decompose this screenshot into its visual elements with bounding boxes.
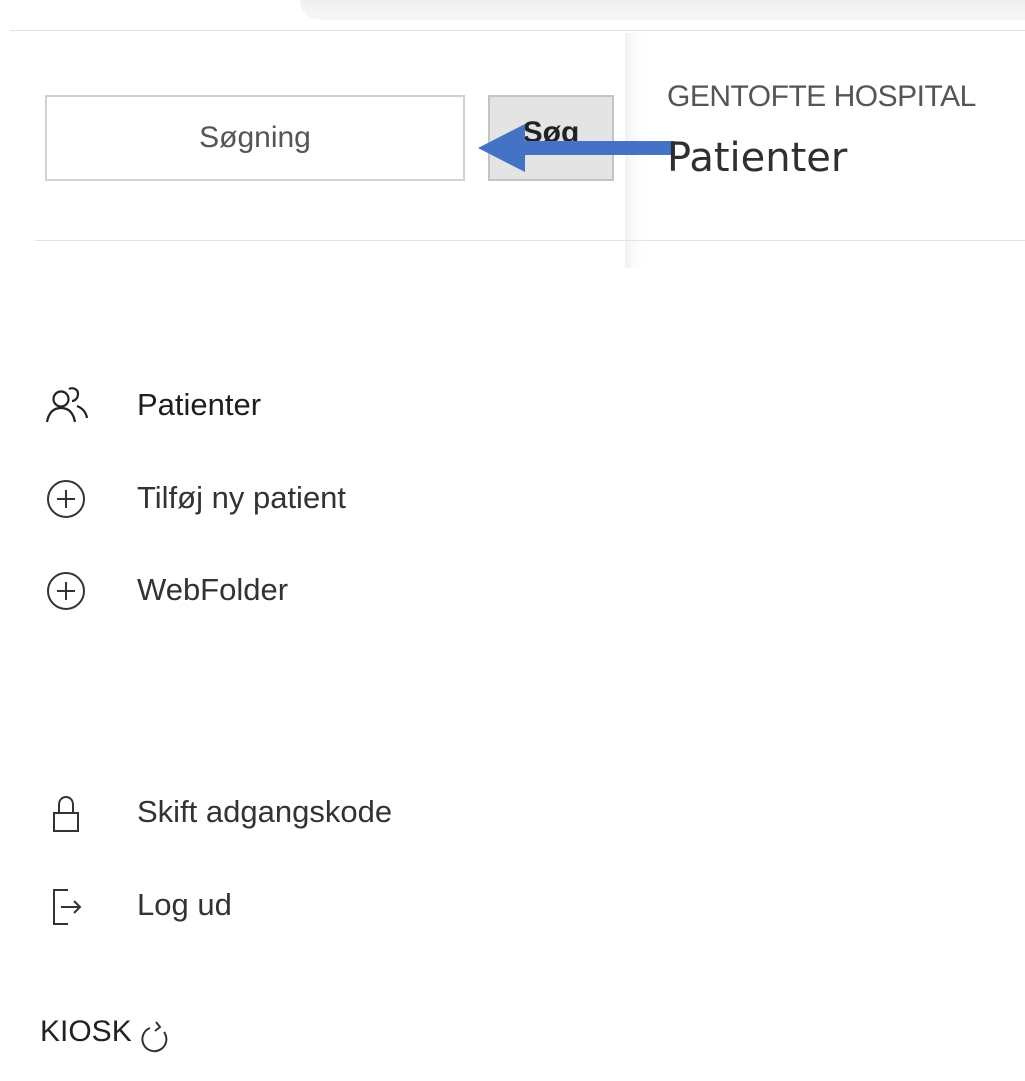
nav-item-change-password[interactable]: Skift adgangskode (44, 787, 392, 837)
nav-label: Log ud (137, 887, 232, 922)
lock-icon (53, 795, 79, 832)
nav-item-add-patient[interactable]: Tilføj ny patient (44, 473, 346, 523)
logout-icon (53, 889, 82, 925)
nav-label: Skift adgangskode (137, 794, 393, 829)
refresh-icon (141, 1021, 168, 1053)
nav-item-webfolder[interactable]: WebFolder (44, 565, 288, 615)
search-input[interactable] (45, 95, 465, 181)
nav-label: Tilføj ny patient (137, 480, 347, 515)
header-divider (35, 240, 1025, 241)
kiosk-refresh[interactable]: KIOSK (40, 1006, 176, 1058)
annotation-arrow-icon (478, 124, 675, 172)
top-bar (300, 0, 1025, 20)
nav-label: WebFolder (137, 572, 289, 607)
nav-label: Patienter (137, 387, 262, 422)
nav-item-patients[interactable]: Patienter (44, 380, 261, 430)
page-title: Patienter (667, 135, 848, 181)
plus-circle-icon (47, 480, 85, 518)
plus-circle-icon (47, 572, 85, 610)
hospital-name: GENTOFTE HOSPITAL (667, 80, 976, 113)
app-window: Søg GENTOFTE HOSPITAL Patienter Patiente… (0, 0, 1025, 1081)
nav-item-logout[interactable]: Log ud (44, 880, 232, 930)
kiosk-label: KIOSK (40, 1015, 132, 1048)
top-divider (10, 30, 1025, 31)
users-icon (45, 387, 89, 423)
